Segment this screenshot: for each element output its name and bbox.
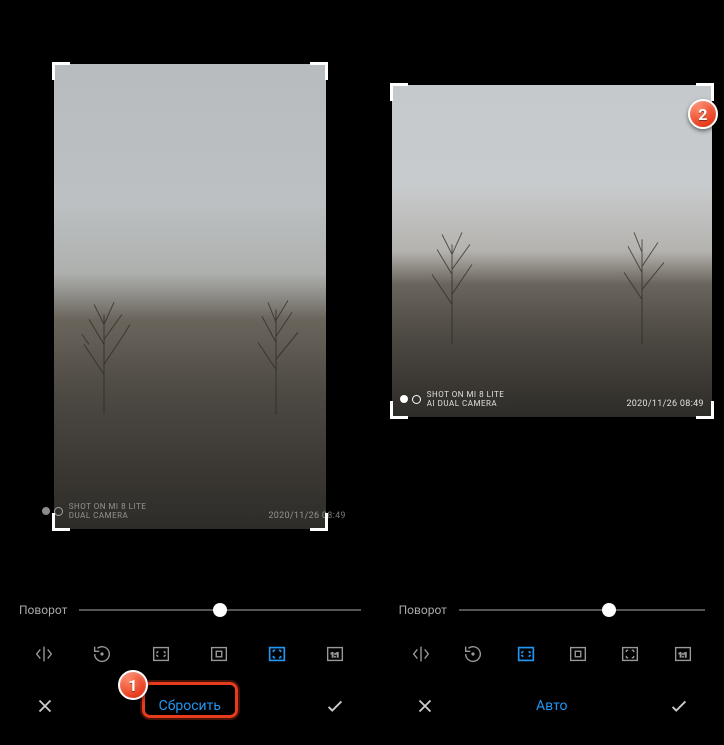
crop-handle-tl[interactable] <box>390 83 408 101</box>
crop-handle-br[interactable] <box>310 513 328 531</box>
callout-badge-2: 2 <box>688 99 718 129</box>
rotation-label: Поворот <box>399 603 447 617</box>
aspect-1-1-icon[interactable]: 1:1 <box>318 640 352 668</box>
slider-thumb[interactable] <box>602 603 616 617</box>
crop-frame[interactable]: SHOT ON MI 8 LITE AI DUAL CAMERA 2020/11… <box>392 85 712 417</box>
flip-horizontal-icon[interactable] <box>27 640 61 668</box>
svg-text:1:1: 1:1 <box>678 651 687 659</box>
flip-horizontal-icon[interactable] <box>404 640 438 668</box>
timestamp: 2020/11/26 08:49 <box>268 511 345 521</box>
rotation-label: Поворот <box>19 603 67 617</box>
aspect-fullscreen-icon[interactable] <box>260 640 294 668</box>
crop-frame[interactable]: SHOT ON MI 8 LITE DUAL CAMERA 2020/11/26… <box>54 64 326 529</box>
photo-preview[interactable]: SHOT ON MI 8 LITE AI DUAL CAMERA 2020/11… <box>392 85 712 417</box>
rotate-icon[interactable] <box>85 640 119 668</box>
watermark-line2: AI DUAL CAMERA <box>427 399 504 409</box>
crop-handle-br[interactable] <box>696 401 714 419</box>
confirm-button[interactable] <box>315 690 355 722</box>
crop-handle-bl[interactable] <box>52 513 70 531</box>
cancel-button[interactable] <box>405 690 445 722</box>
editor-panel-right: SHOT ON MI 8 LITE AI DUAL CAMERA 2020/11… <box>380 0 724 745</box>
photo-area: SHOT ON MI 8 LITE AI DUAL CAMERA 2020/11… <box>385 5 719 588</box>
slider-thumb[interactable] <box>213 603 227 617</box>
crop-handle-tl[interactable] <box>52 62 70 80</box>
rotation-slider[interactable] <box>459 600 705 620</box>
confirm-button[interactable] <box>659 690 699 722</box>
cancel-button[interactable] <box>25 690 65 722</box>
editor-panel-left: SHOT ON MI 8 LITE DUAL CAMERA 2020/11/26… <box>0 0 380 745</box>
aspect-1-1-icon[interactable]: 1:1 <box>666 640 700 668</box>
photo-area: SHOT ON MI 8 LITE DUAL CAMERA 2020/11/26… <box>5 5 375 588</box>
aspect-fullscreen-icon[interactable] <box>613 640 647 668</box>
watermark-line2: DUAL CAMERA <box>69 511 146 521</box>
dot-icon <box>412 395 421 404</box>
rotation-slider[interactable] <box>79 600 360 620</box>
auto-button[interactable]: Авто <box>526 694 578 718</box>
callout-badge-1: 1 <box>118 670 148 700</box>
controls-bar: Поворот 1:1 <box>385 588 719 740</box>
watermark-line1: SHOT ON MI 8 LITE <box>427 390 504 400</box>
dot-icon <box>42 507 50 515</box>
aspect-original-icon[interactable] <box>561 640 595 668</box>
crop-handle-bl[interactable] <box>390 401 408 419</box>
crop-handle-tr[interactable] <box>310 62 328 80</box>
aspect-original-icon[interactable] <box>202 640 236 668</box>
timestamp: 2020/11/26 08:49 <box>626 399 703 409</box>
watermark: SHOT ON MI 8 LITE AI DUAL CAMERA <box>400 390 504 409</box>
aspect-free-icon[interactable] <box>509 640 543 668</box>
aspect-free-icon[interactable] <box>144 640 178 668</box>
photo-preview[interactable]: SHOT ON MI 8 LITE DUAL CAMERA 2020/11/26… <box>54 64 326 529</box>
controls-bar: Поворот 1:1 <box>5 588 375 740</box>
watermark-line1: SHOT ON MI 8 LITE <box>69 502 146 512</box>
reset-button[interactable]: Сбросить <box>149 694 231 718</box>
svg-text:1:1: 1:1 <box>331 651 340 659</box>
rotate-icon[interactable] <box>456 640 490 668</box>
